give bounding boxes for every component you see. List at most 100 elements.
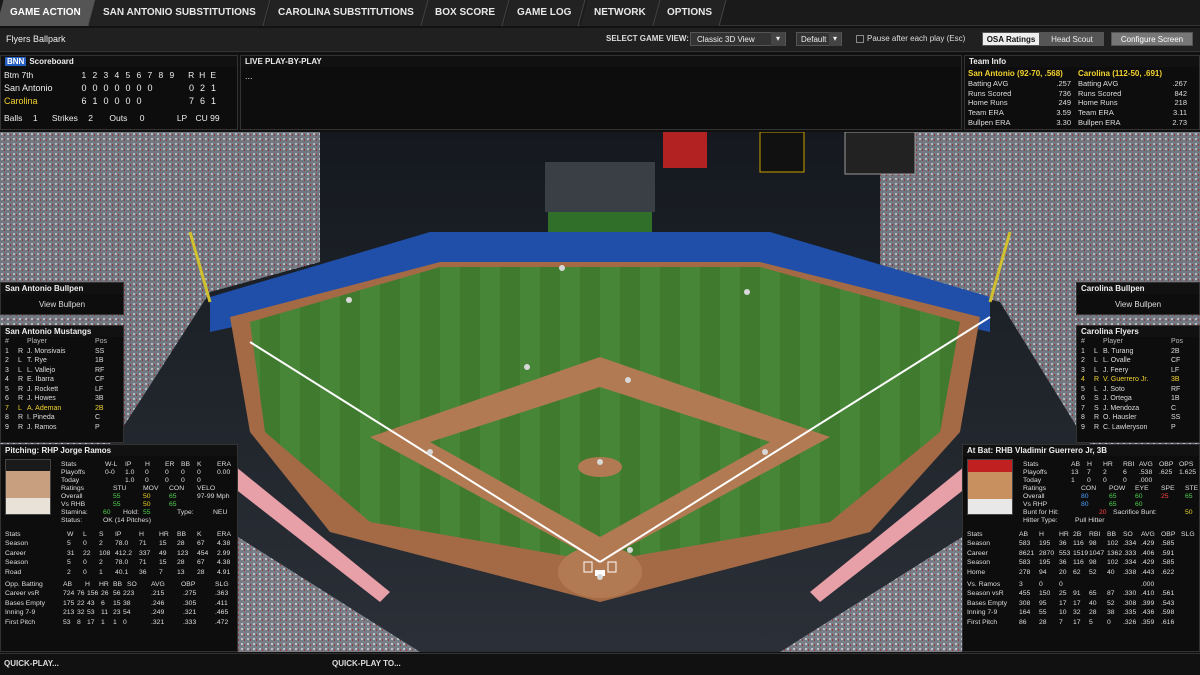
away-bullpen-panel: San Antonio Bullpen View Bullpen [0, 282, 124, 315]
pitcher-rating-cell: 50 [143, 493, 151, 500]
player-name: J. Monsivais [27, 347, 66, 355]
batter-split-cell: 7 [1059, 618, 1063, 626]
pitcher-season-head-cell: W [67, 531, 74, 538]
bunt-value: 20 [1099, 509, 1107, 516]
pitcher-opp-cell: Career vsR [5, 590, 40, 597]
batter-season-head-cell: SLG [1181, 531, 1195, 538]
inning-number: 8 [158, 70, 164, 80]
inning-score: 6 [81, 96, 87, 106]
camera-select[interactable]: Default ▾ [796, 32, 842, 46]
lineup-row[interactable]: 7 L A. Ademan 2B [1, 404, 123, 414]
batter-rating-head-cell: SPE [1161, 485, 1175, 492]
batter-split-cell: 455 [1019, 590, 1031, 597]
pitcher-opp-cell: 1 [101, 618, 105, 626]
away-line: San Antonio 0000000 021 [4, 83, 219, 93]
tab-game-log[interactable]: GAME LOG [503, 0, 587, 26]
inning-score: 0 [136, 96, 142, 106]
player-name: J. Ortega [1103, 395, 1132, 402]
lineup-row[interactable]: 2 L L. Ovalle CF [1077, 356, 1199, 366]
configure-screen-button[interactable]: Configure Screen [1111, 32, 1193, 46]
lineup-row[interactable]: 7 S J. Mendoza C [1077, 404, 1199, 414]
tab-network[interactable]: NETWORK [580, 0, 660, 26]
batter-season-cell: .333 [1123, 549, 1137, 557]
away-view-bullpen-button[interactable]: View Bullpen [1, 300, 123, 309]
batter-season-cell: 102 [1107, 540, 1119, 547]
player-position: SS [95, 347, 105, 355]
lineup-row[interactable]: 4 R E. Ibarra CF [1, 375, 123, 385]
tab-game-action[interactable]: GAME ACTION [0, 0, 96, 26]
lineup-row[interactable]: 8 R O. Hausler SS [1077, 413, 1199, 423]
pitcher-stat-head-cell: Stats [61, 461, 77, 468]
batting-order: 1 [5, 347, 9, 355]
batter-rating-cell: 65 [1109, 501, 1117, 508]
tab-label: GAME ACTION [10, 7, 81, 18]
batter-vs-head-cell: .000 [1141, 581, 1155, 588]
home-stat-value: 3.11 [1172, 108, 1187, 118]
pitcher-title: Pitching: RHP Jorge Ramos [1, 445, 237, 456]
batter-stat-cell: 13 [1071, 469, 1079, 476]
lineup-row[interactable]: 1 L B. Turang 2B [1077, 347, 1199, 357]
lineup-row[interactable]: 4 R V. Guerrero Jr. 3B [1077, 375, 1199, 385]
batter-split-cell: .308 [1123, 599, 1137, 607]
pitcher-season-cell: 71 [139, 559, 147, 566]
inning-label: Btm 7th [4, 70, 34, 80]
pitcher-season-cell: 13 [177, 568, 185, 576]
scoreboard-title: Scoreboard [29, 57, 74, 66]
tab-box-score[interactable]: BOX SCORE [421, 0, 510, 26]
player-name: O. Hausler [1103, 414, 1137, 421]
player-name: L. Vallejo [27, 366, 56, 374]
batting-order: 1 [1081, 347, 1085, 355]
stat-label: Runs Scored [1078, 88, 1122, 98]
last-pitch-value: CU 99 [195, 113, 220, 123]
batter-season-cell: Season [967, 559, 991, 566]
lineup-row[interactable]: 5 L J. Soto RF [1077, 385, 1199, 395]
checkbox-icon[interactable] [856, 34, 864, 43]
lineup-row[interactable]: 9 R J. Ramos P [1, 423, 123, 433]
pitcher-season-cell: 1 [99, 568, 103, 576]
head-scout-button[interactable]: Head Scout [1040, 32, 1104, 46]
pitcher-opp-cell: 0 [123, 618, 127, 626]
stamina-label: Stamina: [61, 509, 88, 516]
lineup-row[interactable]: 8 R I. Pineda C [1, 413, 123, 423]
home-bullpen-title: Carolina Bullpen [1077, 283, 1199, 294]
lineup-row[interactable]: 3 L L. Vallejo RF [1, 366, 123, 376]
tab-san-antonio-substitutions[interactable]: SAN ANTONIO SUBSTITUTIONS [89, 0, 271, 26]
lineup-row[interactable]: 3 L J. Feery LF [1077, 366, 1199, 376]
batter-season-cell: 1362 [1107, 549, 1123, 557]
network-logo: BNN [5, 57, 27, 66]
status-label: Status: [61, 517, 83, 524]
tab-carolina-substitutions[interactable]: CAROLINA SUBSTITUTIONS [264, 0, 428, 26]
tab-options[interactable]: OPTIONS [653, 0, 727, 26]
pitcher-season-cell: 2 [67, 568, 71, 576]
player-position: RF [95, 366, 105, 374]
video-board [759, 132, 805, 173]
pitcher-rating-head-cell: CON [169, 485, 185, 492]
away-runs: 0 [189, 83, 195, 93]
bottom-bar: QUICK-PLAY... QUICK-PLAY TO... [0, 653, 1200, 675]
lineup-row[interactable]: 1 R J. Monsivais SS [1, 347, 123, 357]
lineup-row[interactable]: 9 R C. Lawleryson P [1077, 423, 1199, 433]
quick-play-button[interactable]: QUICK-PLAY... [4, 659, 59, 668]
pitcher-opp-cell: 32 [77, 609, 85, 616]
batter-season-head-cell: AB [1019, 531, 1029, 538]
lineup-row[interactable]: 6 S J. Ortega 1B [1077, 394, 1199, 404]
pause-toggle[interactable]: Pause after each play (Esc) [856, 34, 965, 43]
pitcher-season-cell: 78.0 [115, 540, 129, 547]
pitcher-opp-head-cell: SLG [215, 581, 229, 588]
away-hits: 2 [200, 83, 206, 93]
batter-stat-head-cell: H [1087, 461, 1092, 468]
ballpark-3d-view[interactable]: San Antonio Bullpen View Bullpen Carolin… [0, 132, 1200, 652]
game-view-select[interactable]: Classic 3D View ▾ [690, 32, 786, 46]
lineup-row[interactable]: 6 R J. Howes 3B [1, 394, 123, 404]
pitcher-stat-head-cell: BB [181, 461, 191, 468]
chevron-down-icon: ▾ [771, 32, 785, 46]
lineup-row[interactable]: 5 R J. Rockett LF [1, 385, 123, 395]
osa-ratings-button[interactable]: OSA Ratings [982, 32, 1040, 46]
sacrifice-value: 50 [1185, 509, 1193, 516]
pitcher-opp-cell: Inning 7-9 [5, 609, 36, 616]
player-position: P [95, 423, 100, 431]
bats-hand: L [18, 366, 22, 374]
quick-play-to-button[interactable]: QUICK-PLAY TO... [332, 659, 401, 668]
home-view-bullpen-button[interactable]: View Bullpen [1077, 300, 1199, 309]
lineup-row[interactable]: 2 L T. Rye 1B [1, 356, 123, 366]
